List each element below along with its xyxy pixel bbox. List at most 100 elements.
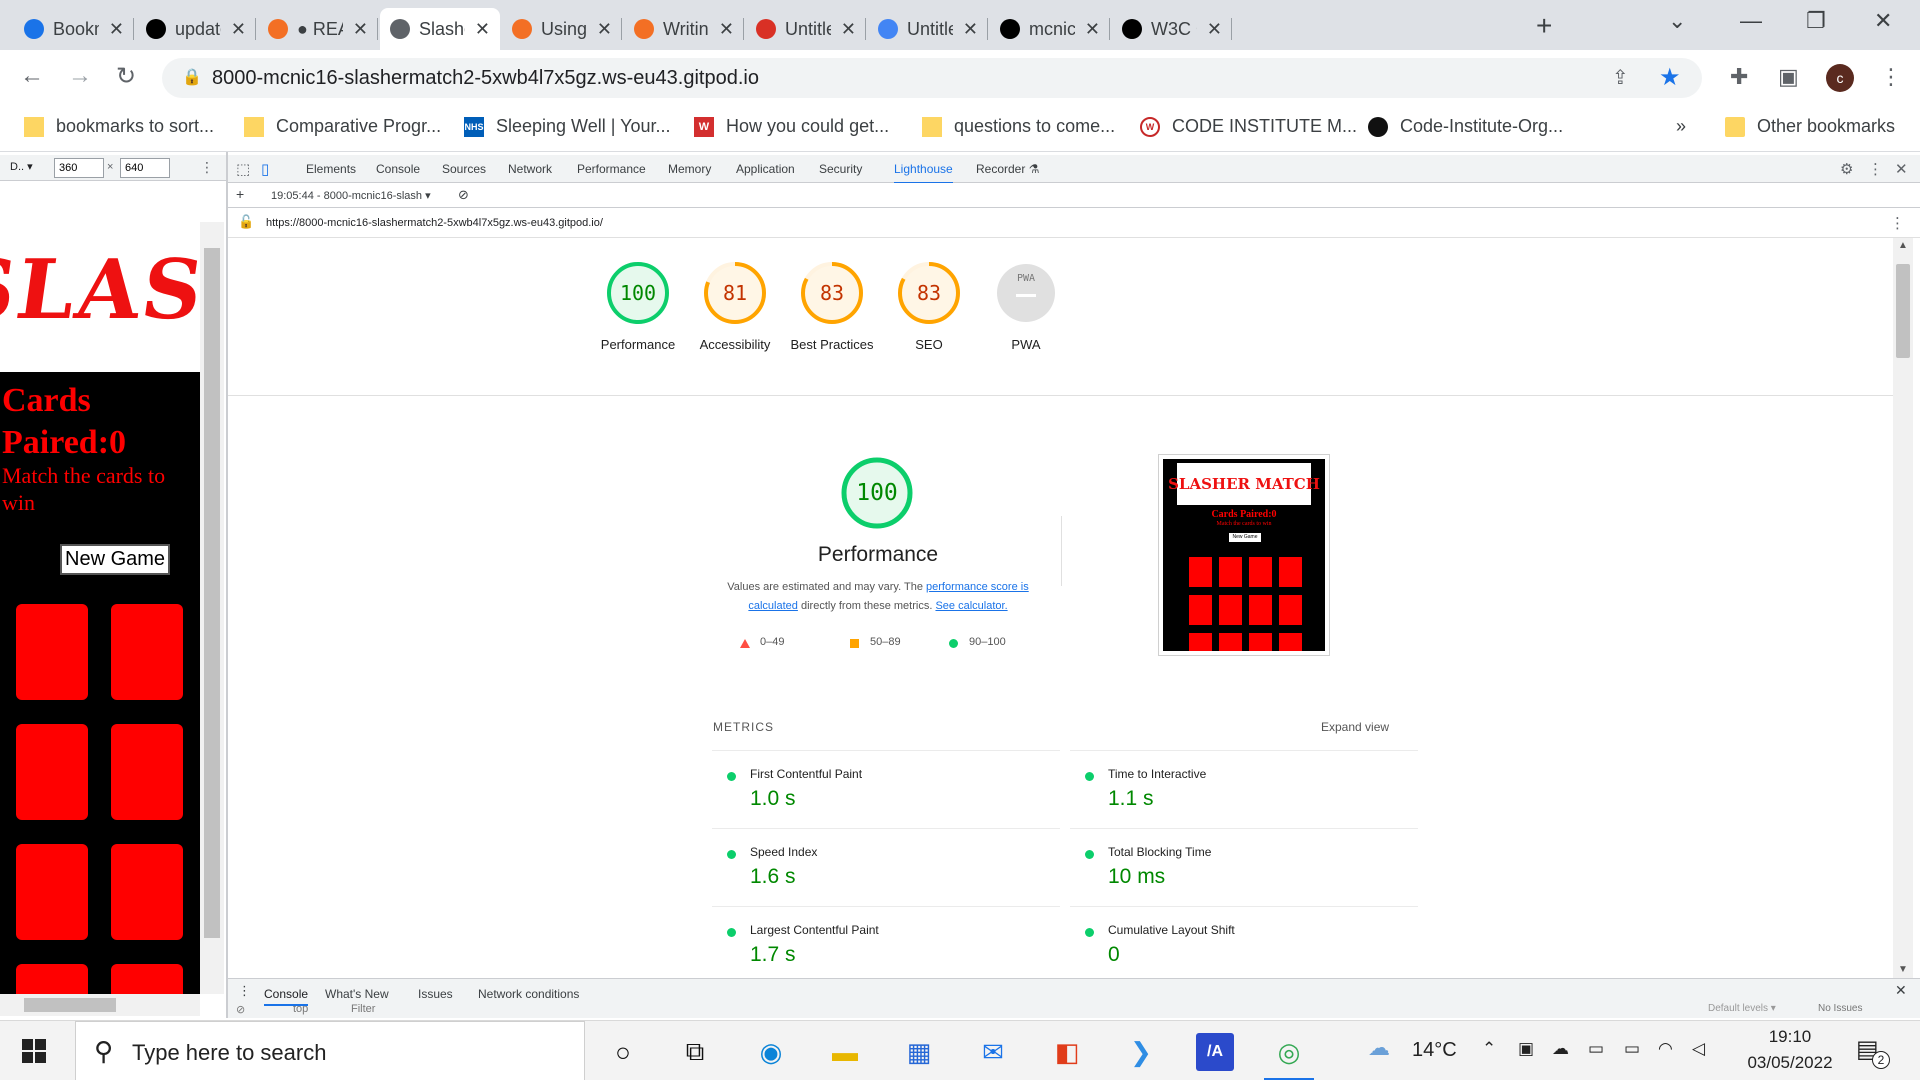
see-calculator-link[interactable]: See calculator. <box>935 600 1007 612</box>
filter-input[interactable]: Filter <box>351 1003 375 1015</box>
minimize-icon[interactable]: — <box>1740 8 1762 34</box>
reload-icon[interactable]: ↻ <box>116 62 136 91</box>
settings-icon[interactable]: ⚙ <box>1840 160 1853 178</box>
game-card[interactable] <box>111 964 183 994</box>
game-card[interactable] <box>111 844 183 940</box>
profile-avatar[interactable]: c <box>1826 64 1854 92</box>
game-card[interactable] <box>111 604 183 700</box>
menu-icon[interactable]: ⋮ <box>1880 64 1902 90</box>
devtools-tab-memory[interactable]: Memory <box>668 162 711 176</box>
devtools-close-icon[interactable]: ✕ <box>1895 160 1908 178</box>
mail-icon[interactable]: ✉ <box>974 1033 1012 1071</box>
scroll-up-icon[interactable]: ▲ <box>1898 240 1908 251</box>
game-card[interactable] <box>16 844 88 940</box>
devtools-tab-sources[interactable]: Sources <box>442 162 486 176</box>
tab-close-icon[interactable]: ✕ <box>719 19 734 40</box>
taskbar-search[interactable]: ⚲ Type here to search <box>75 1021 585 1080</box>
browser-tab[interactable]: ● README ✕ <box>258 8 378 50</box>
bookmark-item[interactable]: bookmarks to sort... <box>24 116 214 137</box>
drawer-menu-icon[interactable]: ⋮ <box>238 983 251 999</box>
devtools-tab-performance[interactable]: Performance <box>577 162 646 176</box>
browser-tab[interactable]: Using ✕ <box>502 8 622 50</box>
drawer-tab-networkconditions[interactable]: Network conditions <box>478 987 579 1001</box>
devtools-more-icon[interactable]: ⋮ <box>1868 160 1883 178</box>
new-game-button[interactable]: New Game <box>60 544 171 575</box>
address-url[interactable]: 8000-mcnic16-slashermatch2-5xwb4l7x5gz.w… <box>212 67 759 90</box>
report-scrollbar[interactable]: ▲ ▼ <box>1893 238 1913 978</box>
extensions-icon[interactable]: ✚ <box>1730 64 1748 90</box>
issues-count[interactable]: No Issues <box>1818 1003 1862 1014</box>
wifi-icon[interactable]: ◠ <box>1658 1039 1673 1059</box>
game-card[interactable] <box>16 604 88 700</box>
task-view-icon[interactable]: ⧉ <box>676 1033 714 1071</box>
weather-icon[interactable]: ☁ <box>1368 1035 1390 1061</box>
drawer-tab-issues[interactable]: Issues <box>418 987 453 1001</box>
device-width-input[interactable] <box>54 158 104 178</box>
tab-close-icon[interactable]: ✕ <box>963 19 978 40</box>
browser-tab[interactable]: update ✕ <box>136 8 256 50</box>
scrollbar-thumb[interactable] <box>1896 264 1910 358</box>
browser-tab[interactable]: W3C CSS ✕ <box>1112 8 1232 50</box>
app-icon[interactable]: /A <box>1196 1033 1234 1071</box>
side-panel-icon[interactable]: ▣ <box>1778 64 1799 90</box>
restore-icon[interactable]: ❐ <box>1806 8 1826 34</box>
report-url[interactable]: https://8000-mcnic16-slashermatch2-5xwb4… <box>266 217 603 229</box>
store-icon[interactable]: ▦ <box>900 1033 938 1071</box>
vscode-icon[interactable]: ❯ <box>1122 1033 1160 1071</box>
onedrive-icon[interactable]: ☁ <box>1552 1039 1569 1059</box>
game-card[interactable] <box>16 724 88 820</box>
window-close-icon[interactable]: ✕ <box>1874 8 1892 34</box>
clock-date[interactable]: 03/05/2022 <box>1728 1053 1852 1073</box>
share-icon[interactable]: ⇪ <box>1612 65 1629 90</box>
devtools-tab-recorder[interactable]: Recorder ⚗ <box>976 162 1039 176</box>
chrome-icon[interactable]: ◎ <box>1270 1033 1308 1071</box>
device-select[interactable]: D.. ▾ <box>10 160 33 173</box>
back-icon[interactable]: ← <box>20 62 44 90</box>
game-card[interactable] <box>16 964 88 994</box>
bookmark-item[interactable]: Comparative Progr... <box>244 116 441 137</box>
browser-tab[interactable]: mcnic16 ✕ <box>990 8 1110 50</box>
weather-temp[interactable]: 14°C <box>1412 1039 1457 1062</box>
drawer-tab-whatsnew[interactable]: What's New <box>325 987 389 1001</box>
device-height-input[interactable] <box>120 158 170 178</box>
report-selector[interactable]: 19:05:44 - 8000-mcnic16-slash ▾ <box>271 189 431 202</box>
browser-tab[interactable]: Untitled ✕ <box>746 8 866 50</box>
drawer-close-icon[interactable]: ✕ <box>1895 982 1907 999</box>
devtools-tab-elements[interactable]: Elements <box>306 162 356 176</box>
tray-overflow-icon[interactable]: ⌃ <box>1482 1039 1496 1059</box>
clear-icon[interactable]: ⊘ <box>458 187 469 203</box>
bookmarks-overflow-button[interactable]: » <box>1676 116 1686 137</box>
battery-icon[interactable]: ▭ <box>1624 1039 1640 1059</box>
office-icon[interactable]: ◧ <box>1048 1033 1086 1071</box>
preview-horizontal-scrollbar[interactable] <box>0 994 200 1016</box>
display-icon[interactable]: ▭ <box>1588 1039 1604 1059</box>
mobile-preview[interactable]: SLASHER MATCH Cards Paired:0 Match the c… <box>0 222 200 994</box>
game-card[interactable] <box>111 724 183 820</box>
scrollbar-thumb[interactable] <box>204 248 220 938</box>
devtools-tab-application[interactable]: Application <box>736 162 795 176</box>
browser-tab[interactable]: Untitled ✕ <box>868 8 988 50</box>
new-tab-icon[interactable]: + <box>1536 10 1552 42</box>
browser-tab[interactable]: Bookmarks ✕ <box>14 8 134 50</box>
volume-icon[interactable]: ◁ <box>1692 1039 1705 1059</box>
report-menu-icon[interactable]: ⋮ <box>1890 214 1905 232</box>
drawer-tab-console[interactable]: Console <box>264 987 309 1006</box>
tab-close-icon[interactable]: ✕ <box>353 19 368 40</box>
tab-close-icon[interactable]: ✕ <box>1207 19 1222 40</box>
devtools-tab-console[interactable]: Console <box>376 162 420 176</box>
windows-start-icon[interactable] <box>22 1039 46 1063</box>
bookmark-item[interactable]: Code-Institute-Org... <box>1368 116 1563 137</box>
devtools-tab-security[interactable]: Security <box>819 162 862 176</box>
scrollbar-thumb[interactable] <box>24 998 116 1012</box>
cortana-icon[interactable]: ○ <box>604 1033 642 1071</box>
tab-search-icon[interactable]: ⌄ <box>1668 8 1686 34</box>
forward-icon[interactable]: → <box>68 62 92 90</box>
log-levels-select[interactable]: Default levels ▾ <box>1708 1003 1776 1014</box>
meet-icon[interactable]: ▣ <box>1518 1039 1534 1059</box>
tab-close-icon[interactable]: ✕ <box>1085 19 1100 40</box>
tab-close-icon[interactable]: ✕ <box>475 19 490 40</box>
tab-close-icon[interactable]: ✕ <box>231 19 246 40</box>
new-report-icon[interactable]: + <box>236 186 244 202</box>
devtools-tab-lighthouse[interactable]: Lighthouse <box>894 162 953 184</box>
clock-time[interactable]: 19:10 <box>1740 1027 1840 1047</box>
